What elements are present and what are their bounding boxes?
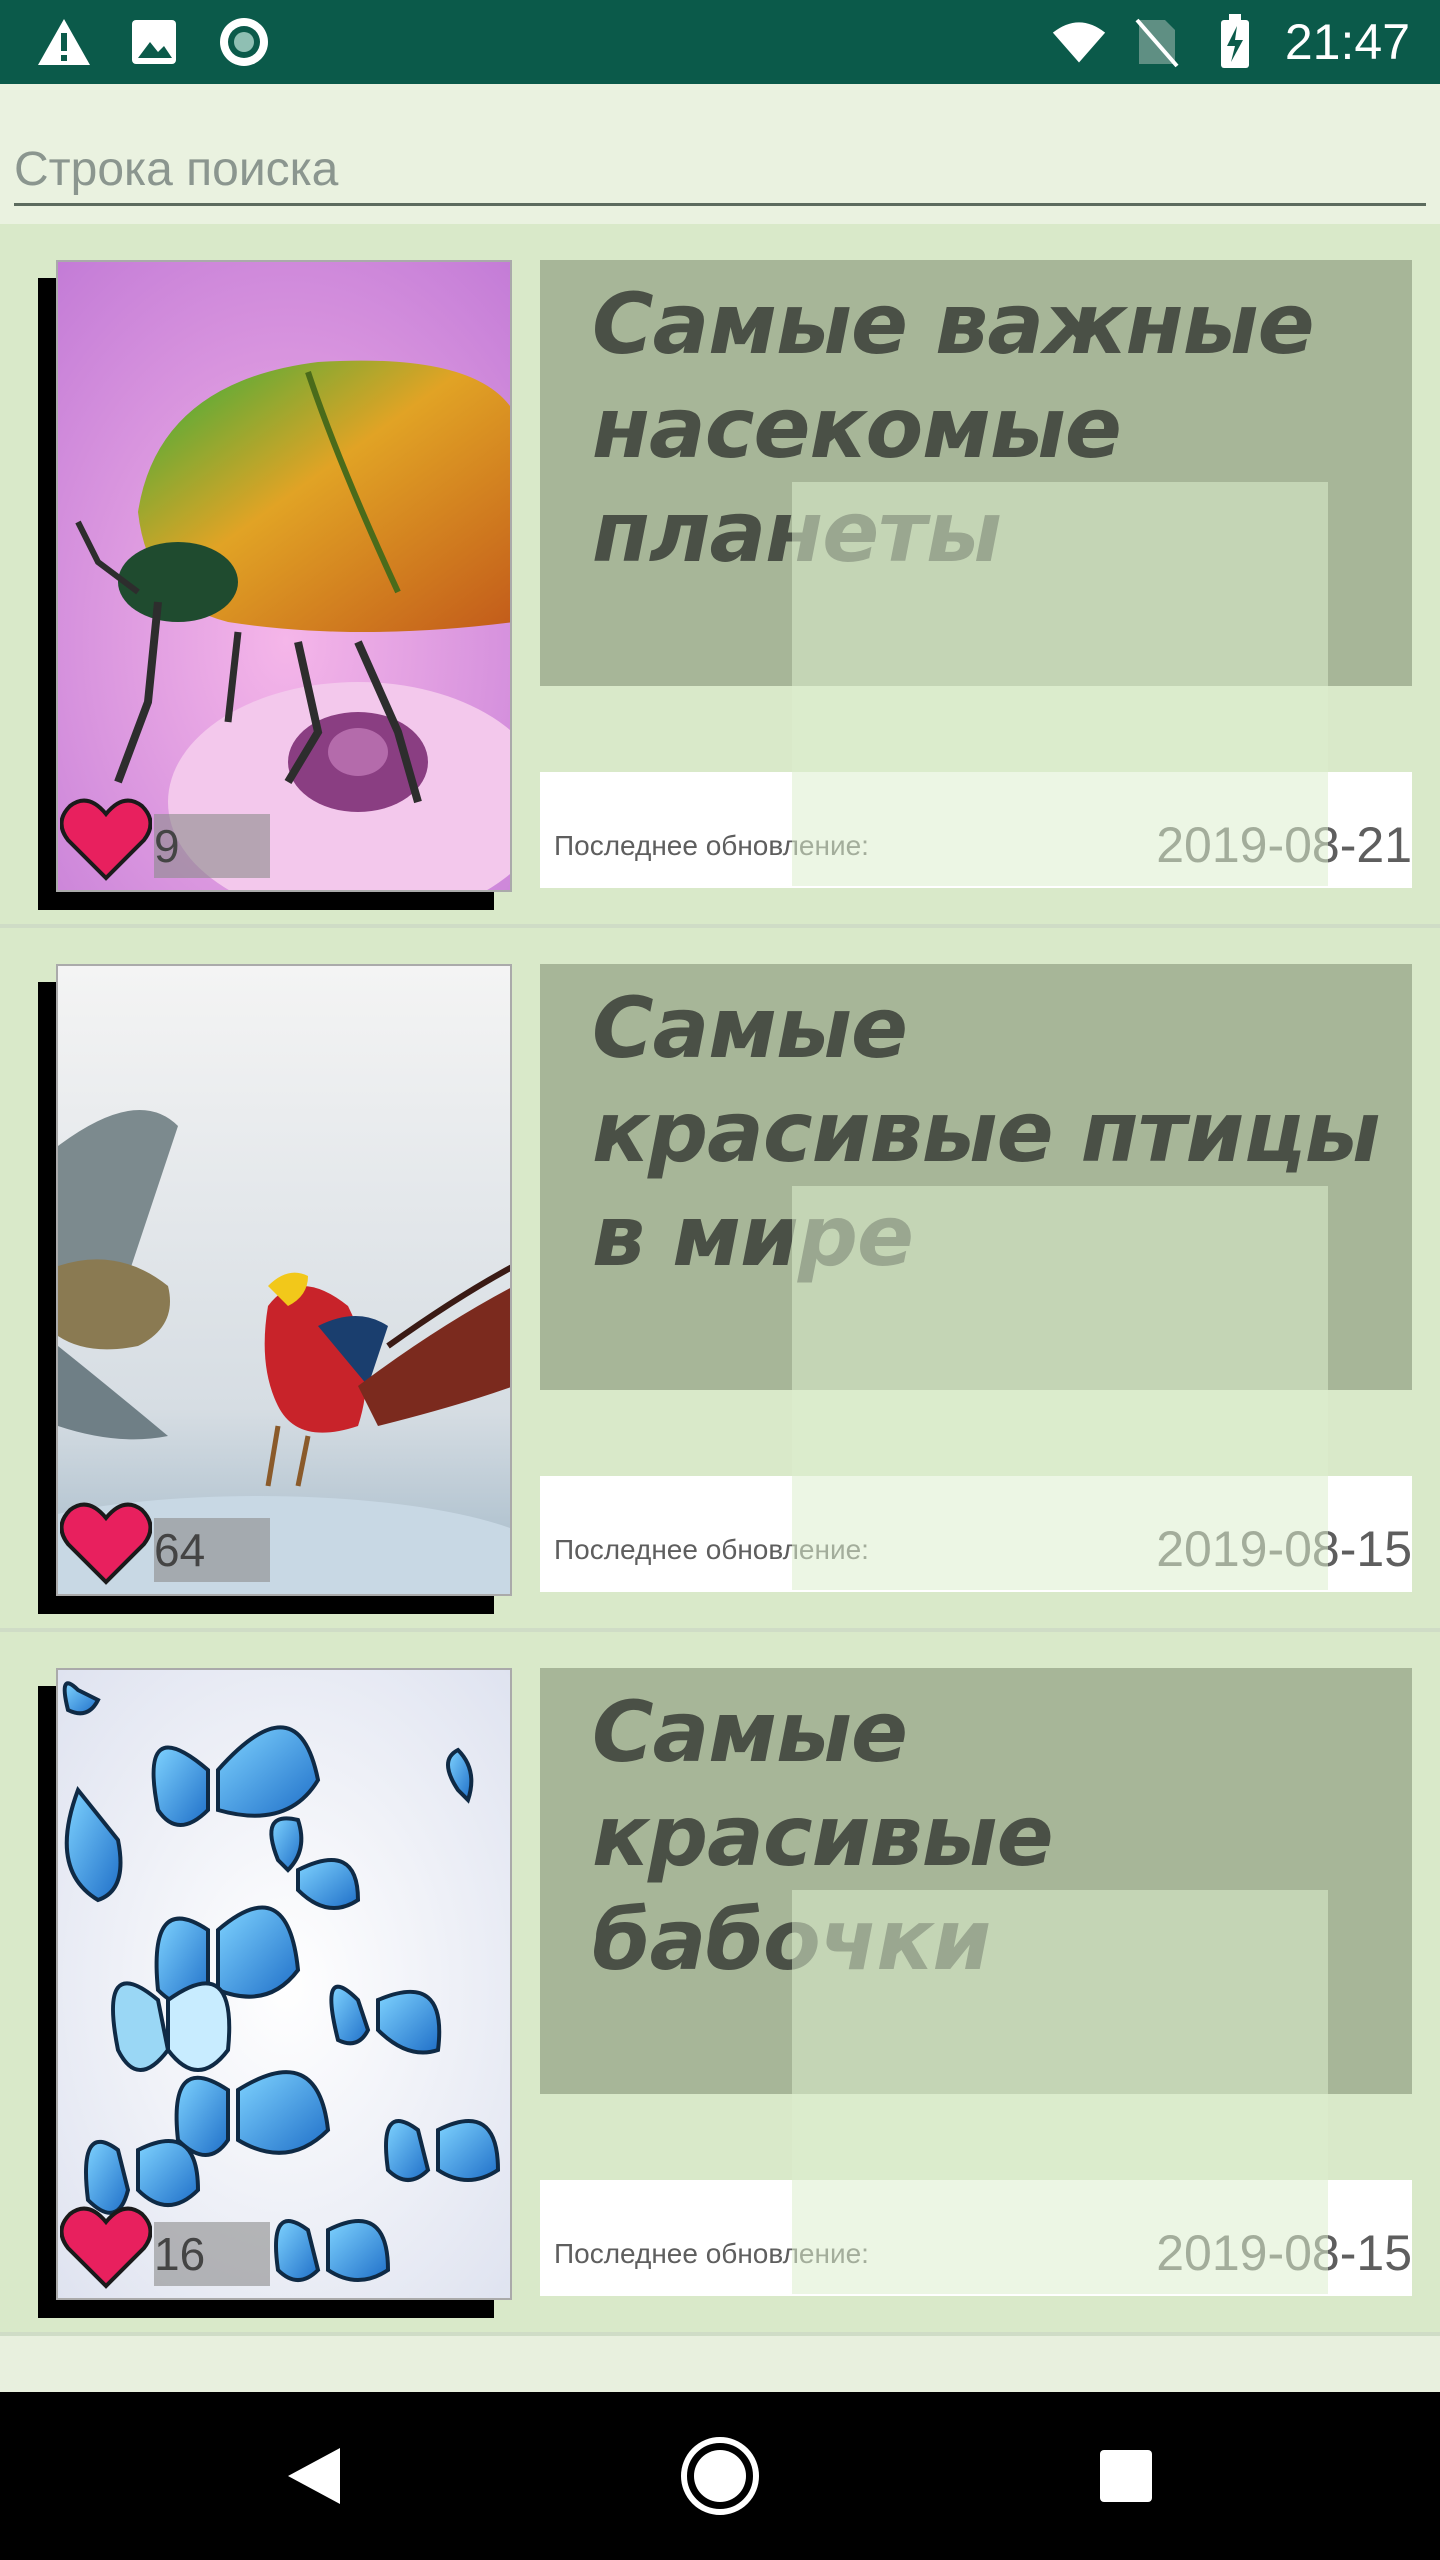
article-title: Самые красивые бабочки (592, 1683, 1054, 1989)
search-bar (0, 84, 1440, 224)
updated-date: 2019-08-21 (1156, 817, 1412, 873)
likes-count: 9 (154, 814, 270, 878)
likes-count: 64 (154, 1518, 270, 1582)
updated-label: Последнее обновление: (554, 1534, 869, 1565)
updated-label: Последнее обновление: (554, 830, 869, 861)
home-icon[interactable] (676, 2432, 764, 2520)
list-item[interactable]: 9 Самые важные насекомые планеты Последн… (0, 224, 1440, 928)
article-list: 9 Самые важные насекомые планеты Последн… (0, 224, 1440, 2336)
image-icon (126, 14, 182, 70)
record-icon (216, 14, 272, 70)
likes-count: 16 (154, 2222, 270, 2286)
article-title: Самые важные насекомые планеты (592, 275, 1315, 581)
meta-box: Последнее обновление: 2019-08-15 (540, 2180, 1412, 2296)
no-sim-icon (1129, 14, 1185, 70)
updated-label: Последнее обновление: (554, 2238, 869, 2269)
heart-icon[interactable] (60, 2204, 152, 2290)
warning-icon (36, 14, 92, 70)
title-box: Самые важные насекомые планеты (540, 260, 1412, 686)
updated-date: 2019-08-15 (1156, 2225, 1412, 2281)
meta-box: Последнее обновление: 2019-08-15 (540, 1476, 1412, 1592)
heart-icon[interactable] (60, 796, 152, 882)
heart-icon[interactable] (60, 1500, 152, 1586)
clock: 21:47 (1284, 14, 1410, 70)
updated-date: 2019-08-15 (1156, 1521, 1412, 1577)
article-title: Самые красивые птицы в мире (592, 979, 1381, 1285)
back-icon[interactable] (270, 2432, 358, 2520)
recents-icon[interactable] (1082, 2432, 1170, 2520)
search-input[interactable] (14, 136, 1426, 206)
status-bar: 21:47 (0, 0, 1440, 84)
list-item[interactable]: 16 Самые красивые бабочки Последнее обно… (0, 1632, 1440, 2336)
title-box: Самые красивые птицы в мире (540, 964, 1412, 1390)
title-box: Самые красивые бабочки (540, 1668, 1412, 2094)
battery-charging-icon (1207, 14, 1263, 70)
navigation-bar (0, 2392, 1440, 2560)
wifi-icon (1051, 14, 1107, 70)
meta-box: Последнее обновление: 2019-08-21 (540, 772, 1412, 888)
list-item[interactable]: 64 Самые красивые птицы в мире Последнее… (0, 928, 1440, 1632)
